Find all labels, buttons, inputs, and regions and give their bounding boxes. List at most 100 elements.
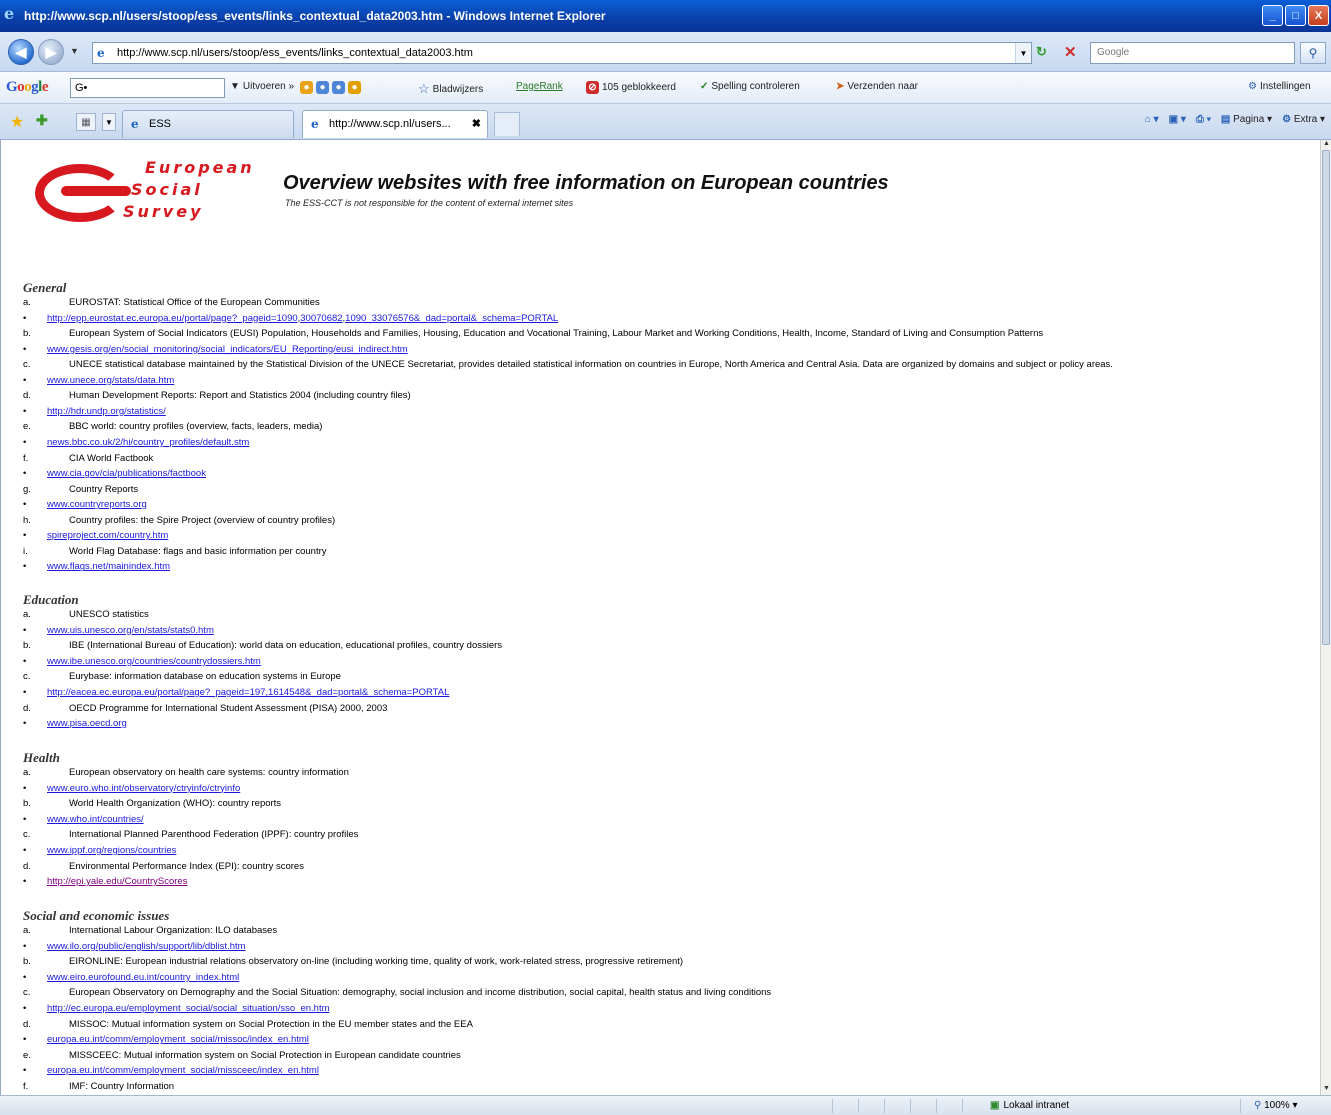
item-text: Eurybase: information database on educat… <box>69 671 341 683</box>
google-search-input[interactable]: G• <box>70 78 225 98</box>
close-button[interactable]: X <box>1308 5 1329 26</box>
link-text[interactable]: http://epi.yale.edu/CountryScores <box>47 876 187 887</box>
minimize-button[interactable]: _ <box>1262 5 1283 26</box>
link-text[interactable]: europa.eu.int/comm/employment_social/mis… <box>47 1034 309 1045</box>
bladwijzers-button[interactable]: ☆ Bladwijzers <box>418 81 483 97</box>
item-marker: g. <box>23 483 31 495</box>
link-text[interactable]: www.countryreports.org <box>47 499 147 510</box>
feeds-icon[interactable]: ▣ ▾ <box>1169 114 1186 125</box>
toolbar-icon: ● <box>316 81 329 94</box>
tab-close-icon[interactable]: ✖ <box>472 117 481 130</box>
page-menu[interactable]: ▤ Pagina ▾ <box>1221 114 1272 125</box>
item-marker: i. <box>23 545 28 557</box>
link-text[interactable]: www.uis.unesco.org/en/stats/stats0.htm <box>47 625 214 636</box>
link-text[interactable]: www.who.int/countries/ <box>47 814 144 825</box>
history-dropdown-icon[interactable]: ▼ <box>70 46 79 56</box>
zoom-level[interactable]: ⚲ 100% ▾ <box>1254 1100 1298 1111</box>
link-text[interactable]: spireproject.com/country.htm <box>47 530 168 541</box>
maximize-button[interactable]: □ <box>1285 5 1306 26</box>
item-marker: a. <box>23 925 31 936</box>
settings-button[interactable]: ⚙ Instellingen <box>1248 81 1311 92</box>
pagerank-indicator[interactable]: PageRank <box>516 81 563 92</box>
status-cell <box>832 1099 833 1113</box>
item-text: UNECE statistical database maintained by… <box>69 359 1113 371</box>
google-search-go[interactable]: ▼ Uitvoeren » <box>230 81 294 92</box>
status-bar: ▣ Lokaal intranet ⚲ 100% ▾ <box>0 1095 1331 1115</box>
link-text[interactable]: europa.eu.int/comm/employment_social/mis… <box>47 1065 319 1076</box>
link-text[interactable]: www.euro.who.int/observatory/ctryinfo/ct… <box>47 783 240 794</box>
print-icon[interactable]: ⎙ ▾ <box>1196 114 1211 125</box>
logo-bar <box>61 186 131 196</box>
item-text: EUROSTAT: Statistical Office of the Euro… <box>69 297 320 308</box>
toolbar-icon: ● <box>332 81 345 94</box>
tab-list-dropdown-icon[interactable]: ▼ <box>102 113 116 131</box>
bullet: • <box>23 718 27 730</box>
search-input[interactable]: Google <box>1090 42 1295 64</box>
link-text[interactable]: www.gesis.org/en/social_monitoring/socia… <box>47 344 408 355</box>
vertical-scrollbar[interactable]: ▲ ▼ <box>1320 140 1331 1095</box>
address-field[interactable]: e http://www.scp.nl/users/stoop/ess_even… <box>92 42 1032 64</box>
item-marker: c. <box>23 829 31 841</box>
item-text: MISSOC: Mutual information system on Soc… <box>69 1018 473 1030</box>
link-text[interactable]: http://epp.eurostat.ec.europa.eu/portal/… <box>47 313 558 324</box>
page-title: Overview websites with free information … <box>283 172 889 194</box>
item-marker: b. <box>23 640 31 652</box>
link-text[interactable]: http://ec.europa.eu/employment_social/so… <box>47 1003 330 1014</box>
link-text[interactable]: www.ibe.unesco.org/countries/countrydoss… <box>47 656 261 667</box>
item-marker: c. <box>23 987 31 999</box>
scrollbar-thumb[interactable] <box>1322 150 1330 645</box>
search-icon[interactable]: ⚲ <box>1300 42 1326 64</box>
item-text: International Labour Organization: ILO d… <box>69 925 278 936</box>
item-marker: h. <box>23 514 31 526</box>
link-text[interactable]: www.ilo.org/public/english/support/lib/d… <box>47 941 246 952</box>
link-text[interactable]: news.bbc.co.uk/2/hi/country_profiles/def… <box>47 437 249 448</box>
spellcheck-icon: ✓ <box>700 81 709 92</box>
popup-blocker-button[interactable]: ⊘ 105 geblokkeerd <box>586 81 676 94</box>
item-text: EIRONLINE: European industrial relations… <box>69 956 684 968</box>
item-marker: e. <box>23 1049 31 1061</box>
home-icon[interactable]: ⌂ ▾ <box>1145 114 1159 125</box>
refresh-icon[interactable]: ↻ <box>1036 44 1056 62</box>
forward-button[interactable]: ▶ <box>38 39 64 65</box>
item-marker: d. <box>23 390 31 402</box>
section-heading: Social and economic issues <box>23 908 170 923</box>
link-text[interactable]: http://eacea.ec.europa.eu/portal/page?_p… <box>47 687 449 698</box>
toolbar-icon: ● <box>348 81 361 94</box>
stop-icon[interactable]: ✕ <box>1064 43 1084 61</box>
item-marker: a. <box>23 609 31 620</box>
add-favorite-icon[interactable]: ✚ <box>36 112 48 129</box>
item-marker: d. <box>23 702 31 714</box>
new-tab-button[interactable] <box>494 112 520 136</box>
link-text[interactable]: www.unece.org/stats/data.htm <box>47 375 174 386</box>
google-toolbar-icons[interactable]: ● ● ● ● <box>300 81 361 94</box>
address-url[interactable]: http://www.scp.nl/users/stoop/ess_events… <box>117 47 473 59</box>
address-dropdown-icon[interactable]: ▼ <box>1015 43 1031 63</box>
address-toolbar: ◀ ▶ ▼ e http://www.scp.nl/users/stoop/es… <box>0 32 1331 72</box>
link-text[interactable]: http://hdr.undp.org/statistics/ <box>47 406 166 417</box>
scroll-down-icon[interactable]: ▼ <box>1321 1085 1331 1095</box>
tab-ess[interactable]: e ESS <box>122 110 294 138</box>
tab-current[interactable]: e http://www.scp.nl/users... ✖ <box>302 110 488 138</box>
item-text: Environmental Performance Index (EPI): c… <box>69 860 304 872</box>
bullet: • <box>23 687 27 698</box>
favorites-star-icon[interactable]: ★ <box>10 112 24 132</box>
scroll-up-icon[interactable]: ▲ <box>1321 140 1331 150</box>
send-icon: ➤ <box>836 81 845 92</box>
link-text[interactable]: www.pisa.oecd.org <box>47 718 127 729</box>
link-text[interactable]: www.cia.gov/cia/publications/factbook <box>47 468 206 479</box>
bullet: • <box>23 343 27 355</box>
link-text[interactable]: www.eiro.eurofound.eu.int/country_index.… <box>47 972 239 983</box>
google-logo[interactable]: Google <box>6 79 49 96</box>
spelling-button[interactable]: ✓ Spelling controleren <box>700 81 800 92</box>
security-zone[interactable]: ▣ Lokaal intranet <box>990 1100 1069 1111</box>
item-text: Country profiles: the Spire Project (ove… <box>69 514 336 526</box>
tools-menu[interactable]: ⚙ Extra ▾ <box>1282 114 1325 125</box>
link-text[interactable]: www.flags.net/mainindex.htm <box>47 561 170 572</box>
item-marker: f. <box>23 452 29 464</box>
item-text: IMF: Country Information <box>69 1081 175 1092</box>
send-to-button[interactable]: ➤ Verzenden naar <box>836 81 918 92</box>
bullet: • <box>23 655 27 667</box>
back-button[interactable]: ◀ <box>8 39 34 65</box>
quick-tabs-icon[interactable]: ▦ <box>76 113 96 131</box>
link-text[interactable]: www.ippf.org/regions/countries <box>47 845 176 856</box>
